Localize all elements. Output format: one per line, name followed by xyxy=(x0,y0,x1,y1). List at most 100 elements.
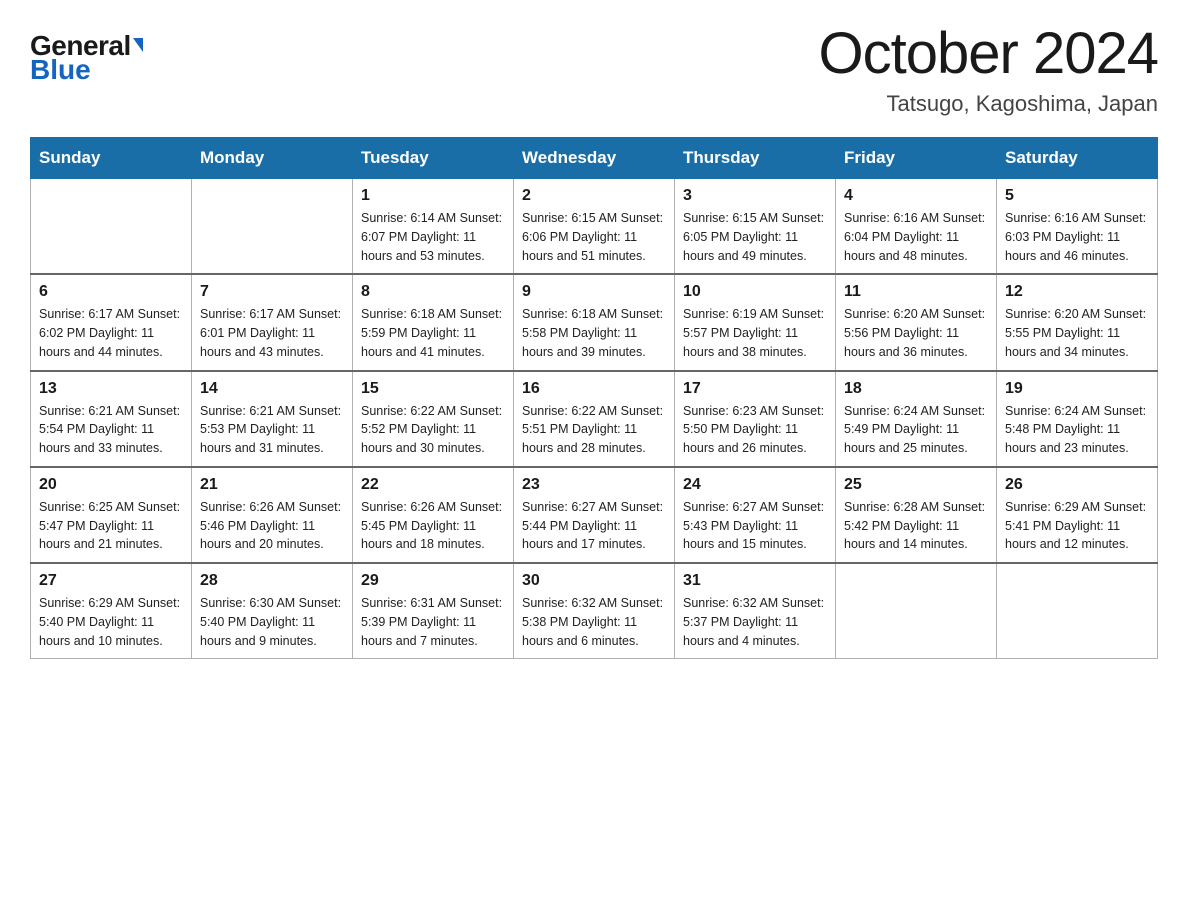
day-info: Sunrise: 6:24 AM Sunset: 5:48 PM Dayligh… xyxy=(1005,402,1149,458)
calendar-table: SundayMondayTuesdayWednesdayThursdayFrid… xyxy=(30,137,1158,659)
calendar-cell: 20 Sunrise: 6:25 AM Sunset: 5:47 PM Dayli… xyxy=(31,467,192,563)
calendar-cell: 3Sunrise: 6:15 AM Sunset: 6:05 PM Daylig… xyxy=(675,179,836,275)
calendar-header-friday: Friday xyxy=(836,138,997,179)
calendar-cell: 14Sunrise: 6:21 AM Sunset: 5:53 PM Dayli… xyxy=(192,371,353,467)
calendar-cell: 5 Sunrise: 6:16 AM Sunset: 6:03 PM Daylig… xyxy=(997,179,1158,275)
day-info: Sunrise: 6:16 AM Sunset: 6:04 PM Dayligh… xyxy=(844,209,988,265)
day-number: 20 xyxy=(39,476,183,494)
day-number: 19 xyxy=(1005,380,1149,398)
day-info: Sunrise: 6:18 AM Sunset: 5:59 PM Dayligh… xyxy=(361,305,505,361)
calendar-header-row: SundayMondayTuesdayWednesdayThursdayFrid… xyxy=(31,138,1158,179)
day-number: 21 xyxy=(200,476,344,494)
day-info: Sunrise: 6:17 AM Sunset: 6:02 PM Dayligh… xyxy=(39,305,183,361)
calendar-cell: 2 Sunrise: 6:15 AM Sunset: 6:06 PM Daylig… xyxy=(514,179,675,275)
calendar-cell: 12Sunrise: 6:20 AM Sunset: 5:55 PM Dayli… xyxy=(997,274,1158,370)
day-info: Sunrise: 6:29 AM Sunset: 5:40 PM Dayligh… xyxy=(39,594,183,650)
day-number: 1 xyxy=(361,187,505,205)
calendar-cell: 25 Sunrise: 6:28 AM Sunset: 5:42 PM Dayli… xyxy=(836,467,997,563)
calendar-cell: 6 Sunrise: 6:17 AM Sunset: 6:02 PM Daylig… xyxy=(31,274,192,370)
calendar-cell: 23 Sunrise: 6:27 AM Sunset: 5:44 PM Dayli… xyxy=(514,467,675,563)
day-info: Sunrise: 6:19 AM Sunset: 5:57 PM Dayligh… xyxy=(683,305,827,361)
calendar-week-row: 6 Sunrise: 6:17 AM Sunset: 6:02 PM Daylig… xyxy=(31,274,1158,370)
day-number: 23 xyxy=(522,476,666,494)
day-info: Sunrise: 6:27 AM Sunset: 5:43 PM Dayligh… xyxy=(683,498,827,554)
logo-blue: Blue xyxy=(30,54,91,86)
day-info: Sunrise: 6:18 AM Sunset: 5:58 PM Dayligh… xyxy=(522,305,666,361)
calendar-header-tuesday: Tuesday xyxy=(353,138,514,179)
calendar-cell: 15 Sunrise: 6:22 AM Sunset: 5:52 PM Dayli… xyxy=(353,371,514,467)
day-number: 3 xyxy=(683,187,827,205)
day-info: Sunrise: 6:24 AM Sunset: 5:49 PM Dayligh… xyxy=(844,402,988,458)
day-number: 4 xyxy=(844,187,988,205)
day-number: 30 xyxy=(522,572,666,590)
day-info: Sunrise: 6:23 AM Sunset: 5:50 PM Dayligh… xyxy=(683,402,827,458)
day-info: Sunrise: 6:17 AM Sunset: 6:01 PM Dayligh… xyxy=(200,305,344,361)
day-number: 31 xyxy=(683,572,827,590)
logo: General Blue xyxy=(30,30,143,86)
day-number: 18 xyxy=(844,380,988,398)
day-number: 15 xyxy=(361,380,505,398)
day-info: Sunrise: 6:26 AM Sunset: 5:45 PM Dayligh… xyxy=(361,498,505,554)
day-number: 7 xyxy=(200,283,344,301)
title-block: October 2024 Tatsugo, Kagoshima, Japan xyxy=(819,20,1158,117)
day-info: Sunrise: 6:27 AM Sunset: 5:44 PM Dayligh… xyxy=(522,498,666,554)
day-info: Sunrise: 6:22 AM Sunset: 5:51 PM Dayligh… xyxy=(522,402,666,458)
day-info: Sunrise: 6:32 AM Sunset: 5:38 PM Dayligh… xyxy=(522,594,666,650)
day-info: Sunrise: 6:32 AM Sunset: 5:37 PM Dayligh… xyxy=(683,594,827,650)
day-number: 6 xyxy=(39,283,183,301)
day-number: 13 xyxy=(39,380,183,398)
calendar-cell: 26Sunrise: 6:29 AM Sunset: 5:41 PM Dayli… xyxy=(997,467,1158,563)
calendar-cell xyxy=(31,179,192,275)
calendar-cell: 8 Sunrise: 6:18 AM Sunset: 5:59 PM Daylig… xyxy=(353,274,514,370)
day-number: 24 xyxy=(683,476,827,494)
day-number: 8 xyxy=(361,283,505,301)
calendar-header-wednesday: Wednesday xyxy=(514,138,675,179)
day-info: Sunrise: 6:21 AM Sunset: 5:53 PM Dayligh… xyxy=(200,402,344,458)
main-title: October 2024 xyxy=(819,20,1158,87)
day-info: Sunrise: 6:22 AM Sunset: 5:52 PM Dayligh… xyxy=(361,402,505,458)
calendar-header-monday: Monday xyxy=(192,138,353,179)
calendar-cell xyxy=(997,563,1158,659)
day-info: Sunrise: 6:31 AM Sunset: 5:39 PM Dayligh… xyxy=(361,594,505,650)
day-info: Sunrise: 6:15 AM Sunset: 6:06 PM Dayligh… xyxy=(522,209,666,265)
calendar-week-row: 1 Sunrise: 6:14 AM Sunset: 6:07 PM Daylig… xyxy=(31,179,1158,275)
day-number: 5 xyxy=(1005,187,1149,205)
calendar-cell: 17 Sunrise: 6:23 AM Sunset: 5:50 PM Dayli… xyxy=(675,371,836,467)
day-number: 10 xyxy=(683,283,827,301)
logo-arrow-icon xyxy=(133,38,143,52)
calendar-cell: 1 Sunrise: 6:14 AM Sunset: 6:07 PM Daylig… xyxy=(353,179,514,275)
calendar-cell: 7 Sunrise: 6:17 AM Sunset: 6:01 PM Daylig… xyxy=(192,274,353,370)
calendar-cell xyxy=(192,179,353,275)
calendar-header-thursday: Thursday xyxy=(675,138,836,179)
day-number: 29 xyxy=(361,572,505,590)
calendar-header-saturday: Saturday xyxy=(997,138,1158,179)
calendar-cell: 16Sunrise: 6:22 AM Sunset: 5:51 PM Dayli… xyxy=(514,371,675,467)
day-number: 27 xyxy=(39,572,183,590)
day-info: Sunrise: 6:20 AM Sunset: 5:55 PM Dayligh… xyxy=(1005,305,1149,361)
calendar-header-sunday: Sunday xyxy=(31,138,192,179)
day-info: Sunrise: 6:26 AM Sunset: 5:46 PM Dayligh… xyxy=(200,498,344,554)
day-info: Sunrise: 6:21 AM Sunset: 5:54 PM Dayligh… xyxy=(39,402,183,458)
calendar-cell: 31 Sunrise: 6:32 AM Sunset: 5:37 PM Dayli… xyxy=(675,563,836,659)
calendar-cell: 11Sunrise: 6:20 AM Sunset: 5:56 PM Dayli… xyxy=(836,274,997,370)
day-info: Sunrise: 6:25 AM Sunset: 5:47 PM Dayligh… xyxy=(39,498,183,554)
calendar-week-row: 20 Sunrise: 6:25 AM Sunset: 5:47 PM Dayli… xyxy=(31,467,1158,563)
calendar-cell xyxy=(836,563,997,659)
day-number: 17 xyxy=(683,380,827,398)
day-info: Sunrise: 6:30 AM Sunset: 5:40 PM Dayligh… xyxy=(200,594,344,650)
subtitle: Tatsugo, Kagoshima, Japan xyxy=(819,91,1158,117)
day-info: Sunrise: 6:14 AM Sunset: 6:07 PM Dayligh… xyxy=(361,209,505,265)
day-info: Sunrise: 6:28 AM Sunset: 5:42 PM Dayligh… xyxy=(844,498,988,554)
calendar-cell: 27 Sunrise: 6:29 AM Sunset: 5:40 PM Dayli… xyxy=(31,563,192,659)
calendar-cell: 18 Sunrise: 6:24 AM Sunset: 5:49 PM Dayli… xyxy=(836,371,997,467)
day-info: Sunrise: 6:29 AM Sunset: 5:41 PM Dayligh… xyxy=(1005,498,1149,554)
day-number: 2 xyxy=(522,187,666,205)
calendar-week-row: 13 Sunrise: 6:21 AM Sunset: 5:54 PM Dayli… xyxy=(31,371,1158,467)
calendar-cell: 9Sunrise: 6:18 AM Sunset: 5:58 PM Daylig… xyxy=(514,274,675,370)
calendar-cell: 30 Sunrise: 6:32 AM Sunset: 5:38 PM Dayli… xyxy=(514,563,675,659)
day-info: Sunrise: 6:20 AM Sunset: 5:56 PM Dayligh… xyxy=(844,305,988,361)
day-info: Sunrise: 6:16 AM Sunset: 6:03 PM Dayligh… xyxy=(1005,209,1149,265)
day-number: 25 xyxy=(844,476,988,494)
calendar-cell: 29 Sunrise: 6:31 AM Sunset: 5:39 PM Dayli… xyxy=(353,563,514,659)
calendar-cell: 10 Sunrise: 6:19 AM Sunset: 5:57 PM Dayli… xyxy=(675,274,836,370)
